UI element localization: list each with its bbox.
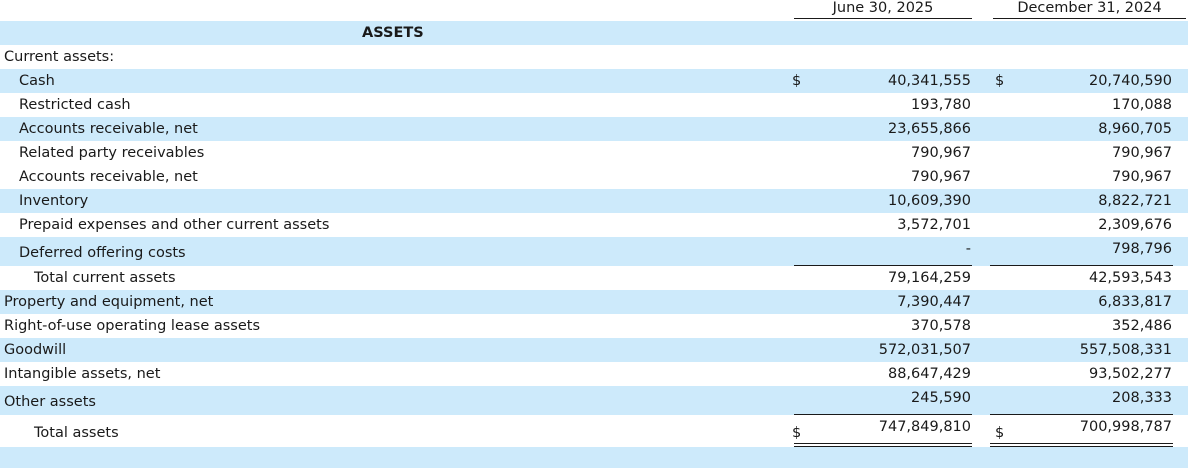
table-row: Right-of-use operating lease assets 370,… xyxy=(0,314,1188,338)
row-label: Total assets xyxy=(34,425,119,441)
trailing-band xyxy=(0,447,1188,468)
value-june-2025: 3,572,701 xyxy=(897,217,971,233)
column-header-june-2025: June 30, 2025 xyxy=(794,0,972,19)
value-june-2025: 193,780 xyxy=(911,97,971,113)
table-row: Prepaid expenses and other current asset… xyxy=(0,213,1188,237)
value-june-2025: 79,164,259 xyxy=(887,270,971,286)
row-label: Related party receivables xyxy=(19,145,205,161)
value-dec-2024: 557,508,331 xyxy=(1079,342,1172,358)
value-dec-2024: 93,502,277 xyxy=(1088,366,1172,382)
table-row: Intangible assets, net 88,647,429 93,502… xyxy=(0,362,1188,386)
table-row: Other assets 245,590 208,333 xyxy=(0,386,1188,415)
value-june-2025: 40,341,555 xyxy=(887,73,971,89)
row-label: Accounts receivable, net xyxy=(19,121,198,137)
value-dec-2024: 208,333 xyxy=(1112,390,1172,406)
value-dec-2024: 790,967 xyxy=(1112,145,1172,161)
total-assets-row: Total assets $ 747,849,810 $ 700,998,787 xyxy=(0,415,1188,445)
row-label: Goodwill xyxy=(4,342,67,358)
section-title: ASSETS xyxy=(362,25,424,41)
value-june-2025: - xyxy=(965,241,971,257)
row-label: Intangible assets, net xyxy=(4,366,161,382)
value-june-2025: 88,647,429 xyxy=(887,366,971,382)
value-june-2025: 790,967 xyxy=(911,145,971,161)
value-dec-2024: 790,967 xyxy=(1112,169,1172,185)
table-row: Accounts receivable, net 23,655,866 8,96… xyxy=(0,117,1188,141)
row-label: Cash xyxy=(19,73,55,89)
value-dec-2024: 2,309,676 xyxy=(1098,217,1172,233)
value-dec-2024: 20,740,590 xyxy=(1088,73,1172,89)
table-row: Restricted cash 193,780 170,088 xyxy=(0,93,1188,117)
row-label: Inventory xyxy=(19,193,89,209)
row-label: Property and equipment, net xyxy=(4,294,214,310)
table-row: Property and equipment, net 7,390,447 6,… xyxy=(0,290,1188,314)
value-dec-2024: 798,796 xyxy=(1112,241,1172,257)
value-dec-2024: 170,088 xyxy=(1112,97,1172,113)
value-june-2025: 572,031,507 xyxy=(878,342,971,358)
row-label: Accounts receivable, net xyxy=(19,169,198,185)
row-label: Restricted cash xyxy=(19,97,131,113)
row-label: Deferred offering costs xyxy=(19,245,186,261)
value-june-2025: 7,390,447 xyxy=(897,294,971,310)
value-june-2025: 10,609,390 xyxy=(887,193,971,209)
value-june-2025: 747,849,810 xyxy=(878,419,971,435)
table-row: Accounts receivable, net 790,967 790,967 xyxy=(0,165,1188,189)
current-assets-heading-row: Current assets: xyxy=(0,45,1188,69)
value-dec-2024: 352,486 xyxy=(1112,318,1172,334)
value-dec-2024: 42,593,543 xyxy=(1088,270,1172,286)
row-label: Total current assets xyxy=(34,270,176,286)
row-label: Other assets xyxy=(4,394,96,410)
row-label: Right-of-use operating lease assets xyxy=(4,318,261,334)
value-june-2025: 370,578 xyxy=(911,318,971,334)
table-row: Inventory 10,609,390 8,822,721 xyxy=(0,189,1188,213)
table-row: Deferred offering costs - 798,796 xyxy=(0,237,1188,266)
double-underline xyxy=(794,443,972,444)
table-row: Goodwill 572,031,507 557,508,331 xyxy=(0,338,1188,362)
section-title-row: ASSETS xyxy=(0,21,1188,45)
value-june-2025: 23,655,866 xyxy=(887,121,971,137)
column-header-dec-2024: December 31, 2024 xyxy=(993,0,1186,19)
double-underline xyxy=(990,443,1173,444)
value-june-2025: 245,590 xyxy=(911,390,971,406)
value-dec-2024: 8,960,705 xyxy=(1098,121,1172,137)
current-assets-heading: Current assets: xyxy=(4,49,115,65)
table-row: Cash $ 40,341,555 $ 20,740,590 xyxy=(0,69,1188,93)
table-row: Related party receivables 790,967 790,96… xyxy=(0,141,1188,165)
total-current-row: Total current assets 79,164,259 42,593,5… xyxy=(0,266,1188,290)
value-june-2025: 790,967 xyxy=(911,169,971,185)
row-label: Prepaid expenses and other current asset… xyxy=(19,217,330,233)
value-dec-2024: 6,833,817 xyxy=(1098,294,1172,310)
value-dec-2024: 8,822,721 xyxy=(1098,193,1172,209)
value-dec-2024: 700,998,787 xyxy=(1079,419,1172,435)
